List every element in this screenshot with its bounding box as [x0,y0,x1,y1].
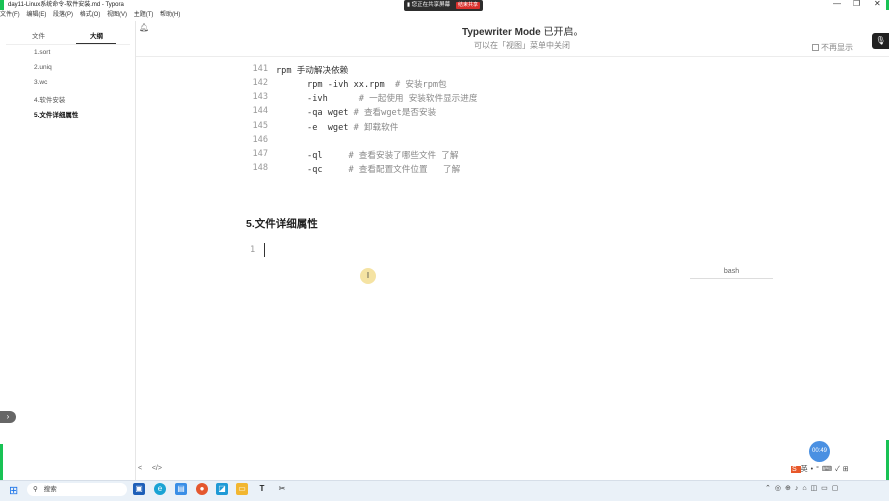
expand-sidebar-button[interactable]: › [0,411,16,423]
line-number: 143 [252,92,268,102]
minimize-button[interactable]: — [833,0,841,8]
window-title: day11-Linux系统命令-软件安装.md - Typora [8,2,124,8]
line-number: 141 [252,64,268,74]
code-line: -qa wget # 查看wget是否安装 [276,108,437,118]
dont-show-again-checkbox[interactable]: 不再显示 [812,42,853,53]
text-caret [264,243,265,257]
taskbar-search[interactable]: ⚲ 搜索 [27,483,127,496]
search-icon: ⚲ [33,486,38,493]
header-divider [136,56,889,57]
outline-item-uniq[interactable]: 2.uniq [34,64,52,71]
code-line: -ivh # 一起使用 安装软件显示进度 [276,94,478,104]
dont-show-again-label: 不再显示 [821,43,853,52]
bell-icon[interactable]: 🔔︎ [139,23,149,32]
maximize-button[interactable]: ❐ [853,0,860,8]
task-view-icon[interactable]: ▣ [133,483,145,495]
line-number: 147 [252,149,268,159]
code-line: -qc # 查看配置文件位置 了解 [276,165,461,175]
menu-edit[interactable]: 编辑(E) [26,12,46,18]
code-line: rpm 手动解决依赖 [276,66,349,76]
close-button[interactable]: ✕ [874,0,881,8]
menu-format[interactable]: 格式(O) [80,12,101,18]
code-line: rpm -ivh xx.rpm # 安装rpm包 [276,80,447,90]
code-line: -e wget # 卸载软件 [276,123,399,133]
source-code-mode-button[interactable]: </> [152,465,162,472]
menu-view[interactable]: 视图(V) [107,12,127,18]
tab-divider [6,44,130,45]
edge-browser-icon[interactable]: e [154,483,166,495]
active-tab-indicator [76,43,116,44]
menu-bar: 文件(F) 编辑(E) 段落(P) 格式(O) 视图(V) 主题(T) 帮助(H… [0,10,889,21]
line-number: 144 [252,106,268,116]
share-border [0,444,3,480]
share-border [0,0,4,10]
windows-start-icon[interactable]: ⊞ [9,484,18,497]
menu-paragraph[interactable]: 段落(P) [53,12,73,18]
line-number: 142 [252,78,268,88]
line-number: 1 [250,245,256,255]
checkbox-icon[interactable] [812,44,819,52]
menu-file[interactable]: 文件(F) [0,12,20,18]
system-tray[interactable]: ⌃◎⊕♪⌂◫▭▢ [765,484,842,492]
line-number: 145 [252,121,268,131]
outline-item-sort[interactable]: 1.sort [34,49,50,56]
typewriter-notice-title: Typewriter Mode 已开启。 [462,23,584,38]
menu-theme[interactable]: 主题(T) [134,12,154,18]
share-status: 您正在共享屏幕 [411,2,451,8]
file-explorer-icon[interactable]: ▭ [236,483,248,495]
recording-timer[interactable]: 00:49 [809,441,830,462]
typewriter-notice-subtitle: 可以在「视图」菜单中关闭 [474,41,570,50]
line-number: 148 [252,163,268,173]
code-language-input[interactable]: bash [690,266,773,279]
toggle-sidebar-button[interactable]: < [138,465,142,472]
sidebar: 文件 大纲 1.sort 2.uniq 3.wc 4.软件安装 5.文件详细属性 [0,21,136,480]
menu-help[interactable]: 帮助(H) [160,12,180,18]
screenshot-app-icon[interactable]: ▤ [175,483,187,495]
microphone-icon[interactable]: 🎙︎ [872,33,889,49]
typewriter-status: 已开启。 [540,27,584,38]
line-number: 146 [252,135,268,145]
app-icon[interactable]: ✂ [276,483,288,495]
app-icon[interactable]: ◪ [216,483,228,495]
stop-share-button[interactable]: 结束共享 [455,2,480,9]
app-icon[interactable]: ● [196,483,208,495]
tab-files[interactable]: 文件 [32,30,45,40]
tab-outline[interactable]: 大纲 [90,30,103,40]
mouse-cursor-highlight: I [360,268,376,284]
status-bar: < </> [138,465,162,472]
outline-item-file-attributes[interactable]: 5.文件详细属性 [34,109,78,119]
section-heading[interactable]: 5.文件详细属性 [246,216,318,231]
search-placeholder: 搜索 [43,486,57,493]
code-line: -ql # 查看安装了哪些文件 了解 [276,151,459,161]
input-method-toolbar[interactable]: S英•°⌨✓⊞ [791,464,852,474]
typora-icon[interactable]: T [256,483,268,495]
outline-item-software-install[interactable]: 4.软件安装 [34,94,65,104]
outline-item-wc[interactable]: 3.wc [34,79,47,86]
screen-share-banner: ▮ 您正在共享屏幕 结束共享 [404,0,483,11]
typewriter-mode-label: Typewriter Mode [462,27,541,38]
sogou-ime-icon[interactable]: S [791,466,801,473]
